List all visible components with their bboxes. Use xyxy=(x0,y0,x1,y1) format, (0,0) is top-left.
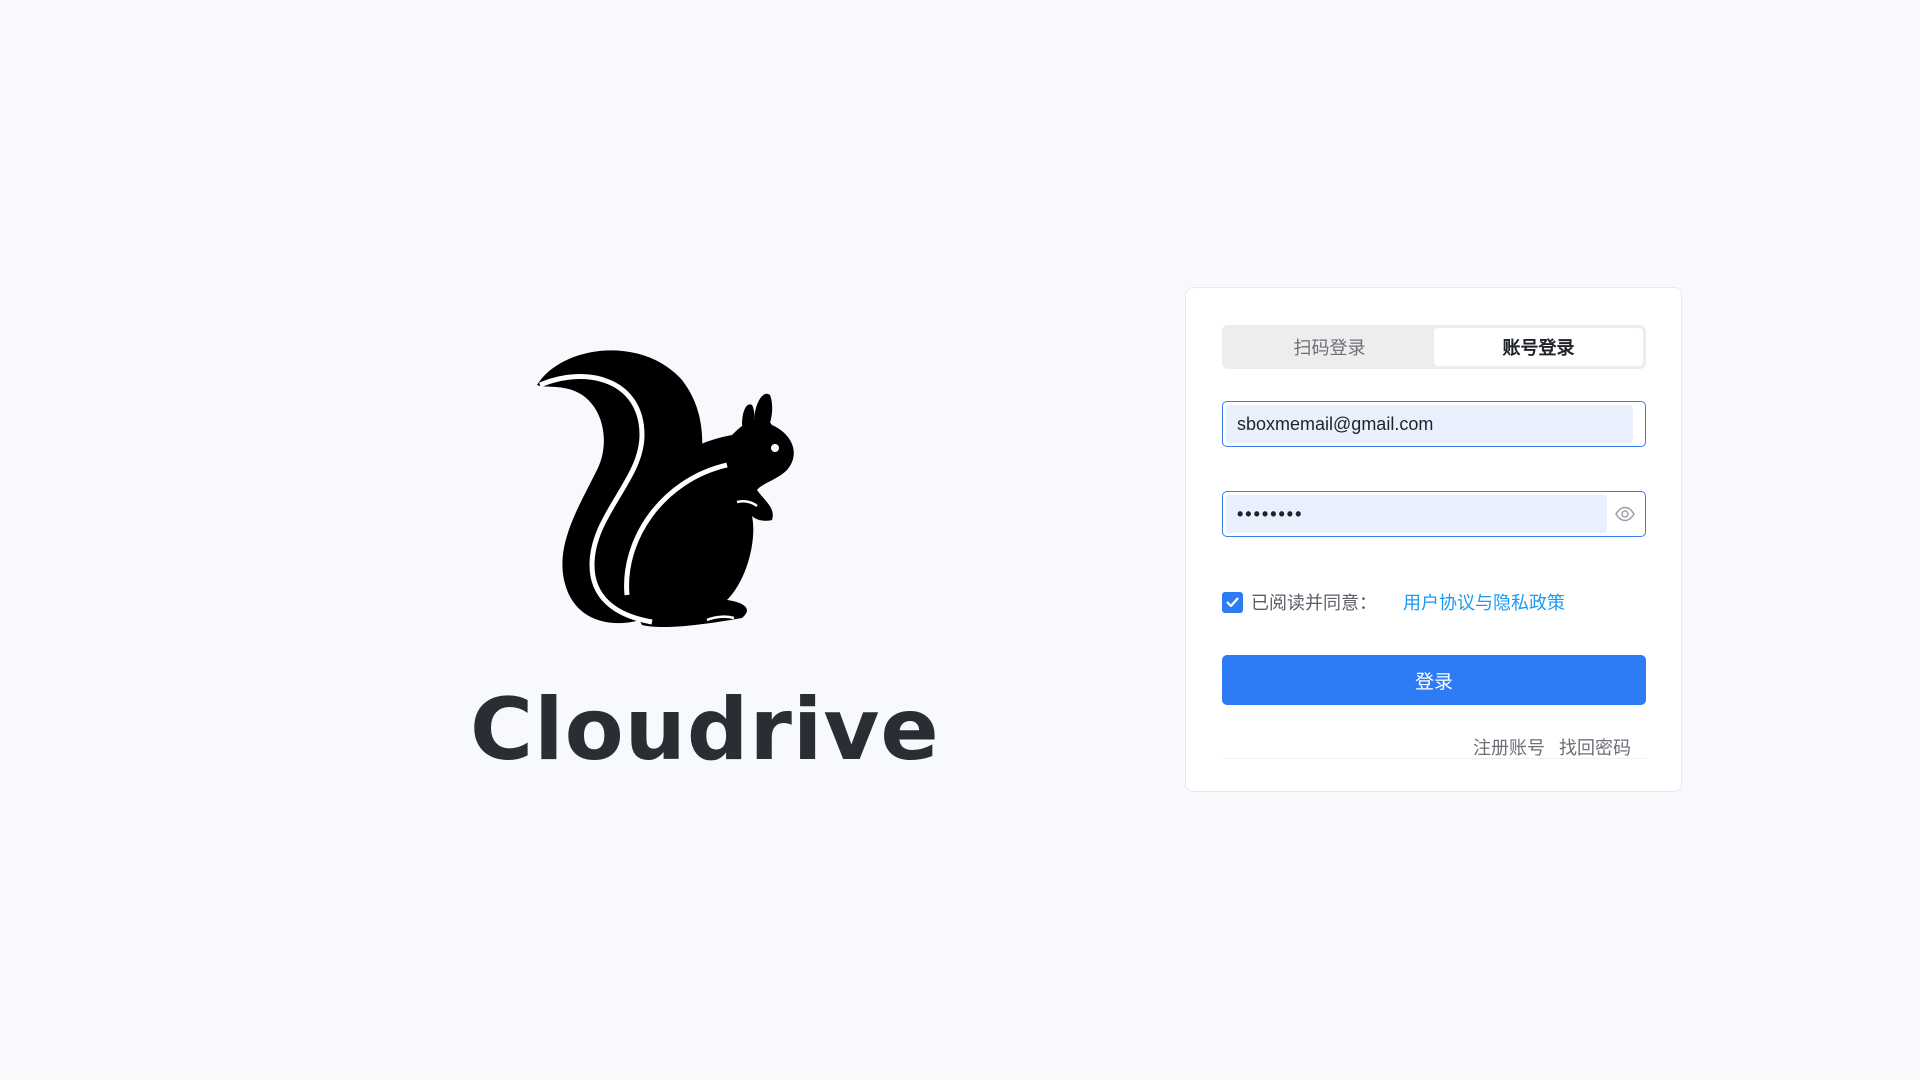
eye-icon[interactable] xyxy=(1615,506,1635,522)
agreement-row: 已阅读并同意： 用户协议与隐私政策 xyxy=(1222,590,1565,614)
email-input[interactable] xyxy=(1223,402,1645,446)
agree-label: 已阅读并同意： xyxy=(1251,593,1377,613)
divider xyxy=(1222,758,1646,759)
password-field-wrapper xyxy=(1222,491,1646,537)
check-icon xyxy=(1226,597,1239,607)
register-link[interactable]: 注册账号 xyxy=(1473,734,1545,760)
tab-qr-login[interactable]: 扫码登录 xyxy=(1225,328,1434,366)
login-card: 扫码登录 账号登录 已阅读并同意： 用户协议与隐私政策 登录 注册账号 找回密码 xyxy=(1185,287,1682,792)
login-button[interactable]: 登录 xyxy=(1222,655,1646,705)
forgot-password-link[interactable]: 找回密码 xyxy=(1559,734,1631,760)
email-field-wrapper xyxy=(1222,401,1646,447)
login-method-tabs: 扫码登录 账号登录 xyxy=(1222,325,1646,369)
squirrel-icon xyxy=(537,350,794,628)
brand-name: Cloudrive xyxy=(470,680,940,780)
brand-section: Cloudrive xyxy=(470,340,940,780)
tab-account-login[interactable]: 账号登录 xyxy=(1434,328,1643,366)
password-input[interactable] xyxy=(1223,492,1645,536)
terms-privacy-link[interactable]: 用户协议与隐私政策 xyxy=(1403,589,1565,615)
account-links: 注册账号 找回密码 xyxy=(1473,734,1631,760)
agree-checkbox[interactable] xyxy=(1222,591,1243,613)
